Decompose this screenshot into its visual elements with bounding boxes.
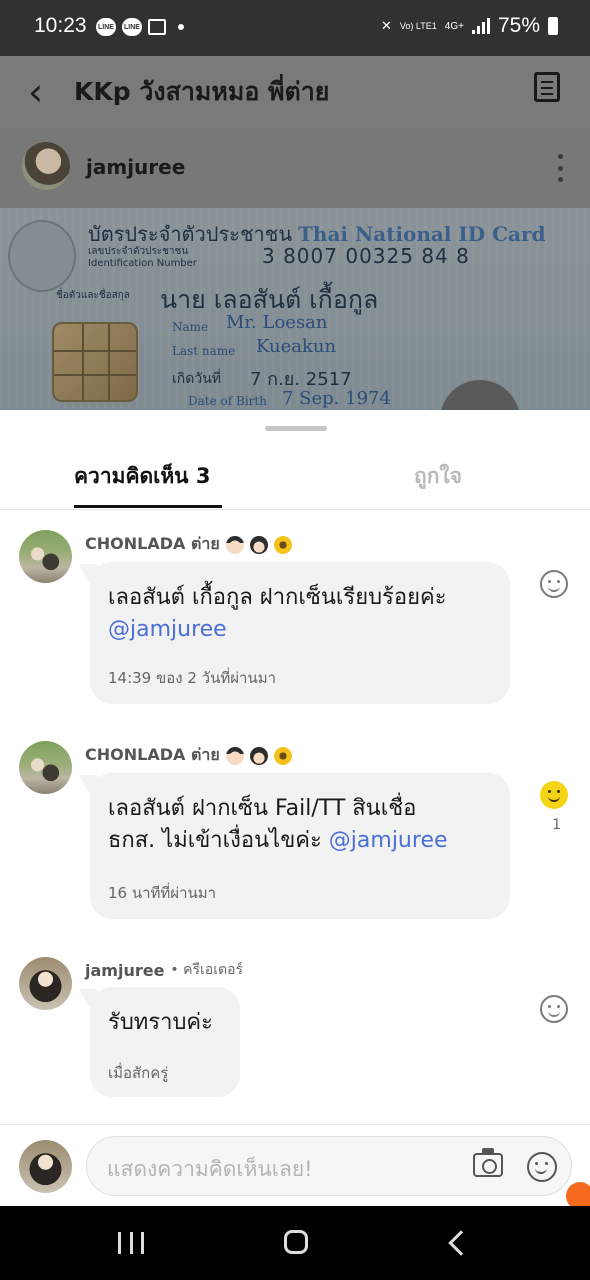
document-icon[interactable] xyxy=(534,72,560,102)
comment-item: CHONLADA ต่าย เลอสันต์ เกื้อกูล ฝากเซ็นเ… xyxy=(0,530,590,710)
comment-author-row: CHONLADA ต่าย xyxy=(85,532,292,557)
name-label-en: Name xyxy=(172,320,209,334)
signal-icon xyxy=(471,18,490,34)
boy-emoji-icon xyxy=(225,746,244,765)
id-label-en: Identification Number xyxy=(88,258,197,269)
line-notification-icon: LINE xyxy=(96,18,116,36)
girl-emoji-icon xyxy=(249,746,268,765)
home-icon[interactable] xyxy=(284,1230,308,1254)
divider xyxy=(0,509,590,510)
camera-icon[interactable] xyxy=(473,1148,503,1177)
battery-percent: 75% xyxy=(497,14,540,37)
comment-author-row: CHONLADA ต่าย xyxy=(85,743,292,768)
id-title-th: บัตรประจำตัวประชาชน xyxy=(88,222,293,246)
status-right: ✕ Vo) LTE1 4G+ 75% xyxy=(381,14,558,38)
battery-icon xyxy=(548,17,558,35)
navigation-bar xyxy=(0,1206,590,1280)
mention-link[interactable]: @jamjuree xyxy=(329,828,448,853)
sunflower-emoji-icon xyxy=(273,746,292,765)
girl-emoji-icon xyxy=(249,535,268,554)
sunflower-emoji-icon xyxy=(273,535,292,554)
comment-text-line: เลอสันต์ เกื้อกูล ฝากเซ็นเรียบร้อยค่ะ xyxy=(108,585,447,610)
kebab-icon[interactable] xyxy=(558,154,564,182)
more-notifications-dot xyxy=(178,24,184,30)
comment-input[interactable]: แสดงความคิดเห็นเลย! xyxy=(86,1136,572,1196)
tab-comments[interactable]: ความคิดเห็น 3 xyxy=(74,460,210,493)
lastname-en: Kueakun xyxy=(256,336,337,357)
comment-bubble[interactable]: เลอสันต์ ฝากเซ็น Fail/TT สินเชื่อ ธกส. ไ… xyxy=(90,773,510,919)
comment-author-row: jamjuree • ครีเอเตอร์ xyxy=(85,959,243,981)
comment-time: 16 นาทีที่ผ่านมา xyxy=(108,884,217,902)
comment-text-line: ธกส. ไม่เข้าเงื่อนไขค่ะ xyxy=(108,828,322,853)
post-author-row: jamjuree xyxy=(0,128,590,208)
creator-badge: • ครีเอเตอร์ xyxy=(170,962,244,978)
smile-icon[interactable] xyxy=(540,570,568,598)
sheet-handle[interactable] xyxy=(265,426,327,431)
app-header: ‹ KKp วังสามหมอ พี่ต่าย xyxy=(0,56,590,128)
nav-back-icon[interactable] xyxy=(448,1230,474,1256)
comment-bubble[interactable]: รับทราบค่ะ เมื่อสักครู่ xyxy=(90,987,240,1097)
id-title-en: Thai National ID Card xyxy=(298,222,546,246)
seal-icon xyxy=(8,220,76,292)
comment-time: เมื่อสักครู่ xyxy=(108,1064,169,1082)
post-username[interactable]: jamjuree xyxy=(86,155,185,179)
comment-item: jamjuree • ครีเอเตอร์ รับทราบค่ะ เมื่อสั… xyxy=(0,957,590,1107)
line-notification-icon: LINE xyxy=(122,18,142,36)
comment-author[interactable]: CHONLADA ต่าย xyxy=(85,743,220,768)
comment-text-line: รับทราบค่ะ xyxy=(108,1010,213,1035)
comment-placeholder: แสดงความคิดเห็นเลย! xyxy=(107,1157,313,1181)
page-title: KKp วังสามหมอ พี่ต่าย xyxy=(74,77,330,106)
avatar[interactable] xyxy=(19,957,72,1010)
image-notification-icon xyxy=(148,19,166,35)
tab-likes[interactable]: ถูกใจ xyxy=(414,460,462,493)
comment-text: เลอสันต์ ฝากเซ็น Fail/TT สินเชื่อ ธกส. ไ… xyxy=(108,793,448,857)
dob-en: 7 Sep. 1974 xyxy=(282,388,391,409)
avatar[interactable] xyxy=(19,741,72,794)
comment-item: CHONLADA ต่าย เลอสันต์ ฝากเซ็น Fail/TT ส… xyxy=(0,741,590,921)
avatar xyxy=(19,1140,72,1193)
smile-icon[interactable] xyxy=(540,781,568,809)
comment-text: เลอสันต์ เกื้อกูล ฝากเซ็นเรียบร้อยค่ะ @j… xyxy=(108,582,447,646)
name-label-th: ชื่อตัวและชื่อสกุล xyxy=(56,290,130,301)
id-label-th: เลขประจำตัวประชาชน xyxy=(88,246,189,257)
comment-text: รับทราบค่ะ xyxy=(108,1007,213,1039)
network-type: 4G+ xyxy=(444,20,464,32)
recent-apps-icon[interactable] xyxy=(118,1232,144,1254)
avatar[interactable] xyxy=(22,142,70,190)
emoji-icon[interactable] xyxy=(527,1152,557,1182)
back-icon[interactable]: ‹ xyxy=(28,70,43,114)
notification-icons: LINE LINE xyxy=(96,18,184,36)
divider xyxy=(0,1124,590,1125)
comment-author[interactable]: CHONLADA ต่าย xyxy=(85,532,220,557)
mute-icon: ✕ xyxy=(381,18,392,33)
boy-emoji-icon xyxy=(225,535,244,554)
smile-icon[interactable] xyxy=(540,995,568,1023)
id-number: 3 8007 00325 84 8 xyxy=(262,244,470,268)
comment-text-line: เลอสันต์ ฝากเซ็น Fail/TT สินเชื่อ xyxy=(108,796,417,821)
avatar[interactable] xyxy=(19,530,72,583)
chip-icon xyxy=(52,322,138,402)
lastname-label-en: Last name xyxy=(172,344,236,358)
network-label: Vo) LTE1 xyxy=(399,21,437,31)
comment-time: 14:39 ของ 2 วันที่ผ่านมา xyxy=(108,669,277,687)
reaction-count: 1 xyxy=(552,817,561,833)
name-en: Mr. Loesan xyxy=(226,312,328,333)
status-time: 10:23 xyxy=(34,14,87,37)
active-tab-indicator xyxy=(74,505,222,508)
comment-bubble[interactable]: เลอสันต์ เกื้อกูล ฝากเซ็นเรียบร้อยค่ะ @j… xyxy=(90,562,510,704)
dob-label-th: เกิดวันที่ xyxy=(172,371,222,387)
comments-sheet: ความคิดเห็น 3 ถูกใจ CHONLADA ต่าย เลอสัน… xyxy=(0,410,590,1206)
comment-author[interactable]: jamjuree xyxy=(85,961,164,980)
mention-link[interactable]: @jamjuree xyxy=(108,614,447,646)
dob-label-en: Date of Birth xyxy=(188,394,267,408)
app-background: ‹ KKp วังสามหมอ พี่ต่าย jamjuree บัตรประ… xyxy=(0,56,590,410)
id-card-image: บัตรประจำตัวประชาชน Thai National ID Card… xyxy=(0,208,590,410)
status-bar: 10:23 LINE LINE ✕ Vo) LTE1 4G+ 75% xyxy=(0,0,590,56)
